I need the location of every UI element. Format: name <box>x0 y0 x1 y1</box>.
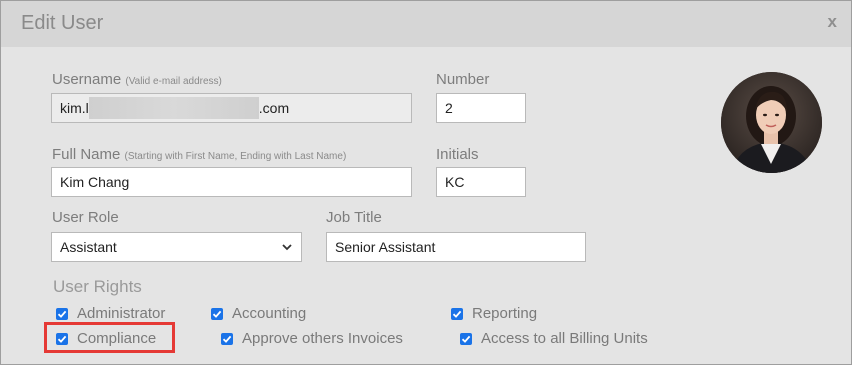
rights-accounting-label: Accounting <box>232 305 307 322</box>
compliance-highlight-box <box>44 322 175 353</box>
redacted-block <box>88 97 259 119</box>
checkbox-checked-icon <box>460 332 472 345</box>
username-value-prefix: kim.l <box>60 100 89 117</box>
rights-billing-units-checkbox[interactable]: Access to all Billing Units <box>460 330 648 347</box>
checkbox-checked-icon <box>211 307 223 320</box>
username-label: Username (Valid e-mail address) <box>52 71 222 88</box>
username-field[interactable]: kim.l .com <box>51 93 412 123</box>
rights-billing-units-label: Access to all Billing Units <box>481 330 648 347</box>
initials-field[interactable]: KC <box>436 167 526 197</box>
checkbox-checked-icon <box>451 307 463 320</box>
avatar <box>721 72 822 173</box>
user-role-select[interactable]: Assistant <box>51 232 302 262</box>
username-label-text: Username <box>52 71 122 88</box>
initials-label: Initials <box>436 146 479 163</box>
dialog-title: Edit User <box>21 12 104 34</box>
rights-reporting-checkbox[interactable]: Reporting <box>451 305 537 322</box>
dialog-titlebar: Edit User x <box>1 1 851 47</box>
rights-administrator-checkbox[interactable]: Administrator <box>56 305 165 322</box>
job-title-label: Job Title <box>326 209 382 226</box>
rights-approve-invoices-label: Approve others Invoices <box>242 330 403 347</box>
username-hint: (Valid e-mail address) <box>125 76 222 87</box>
full-name-label: Full Name (Starting with First Name, End… <box>52 146 346 163</box>
user-photo <box>721 72 822 173</box>
full-name-hint: (Starting with First Name, Ending with L… <box>124 151 347 162</box>
rights-accounting-checkbox[interactable]: Accounting <box>211 305 306 322</box>
checkbox-checked-icon <box>56 307 68 320</box>
number-label: Number <box>436 71 490 88</box>
user-rights-title: User Rights <box>53 277 142 296</box>
rights-approve-invoices-checkbox[interactable]: Approve others Invoices <box>221 330 403 347</box>
number-field[interactable]: 2 <box>436 93 526 123</box>
username-value-suffix: .com <box>258 100 290 117</box>
rights-administrator-label: Administrator <box>77 305 166 322</box>
edit-user-dialog: Edit User x Username (Valid e-mail addre… <box>0 0 852 365</box>
chevron-down-icon <box>282 244 292 251</box>
full-name-field[interactable]: Kim Chang <box>51 167 412 197</box>
checkbox-checked-icon <box>221 332 233 345</box>
job-title-field[interactable]: Senior Assistant <box>326 232 586 262</box>
user-role-label: User Role <box>52 209 119 226</box>
user-role-value: Assistant <box>60 239 117 255</box>
rights-reporting-label: Reporting <box>472 305 538 322</box>
full-name-label-text: Full Name <box>52 146 121 163</box>
close-button[interactable]: x <box>828 12 837 32</box>
